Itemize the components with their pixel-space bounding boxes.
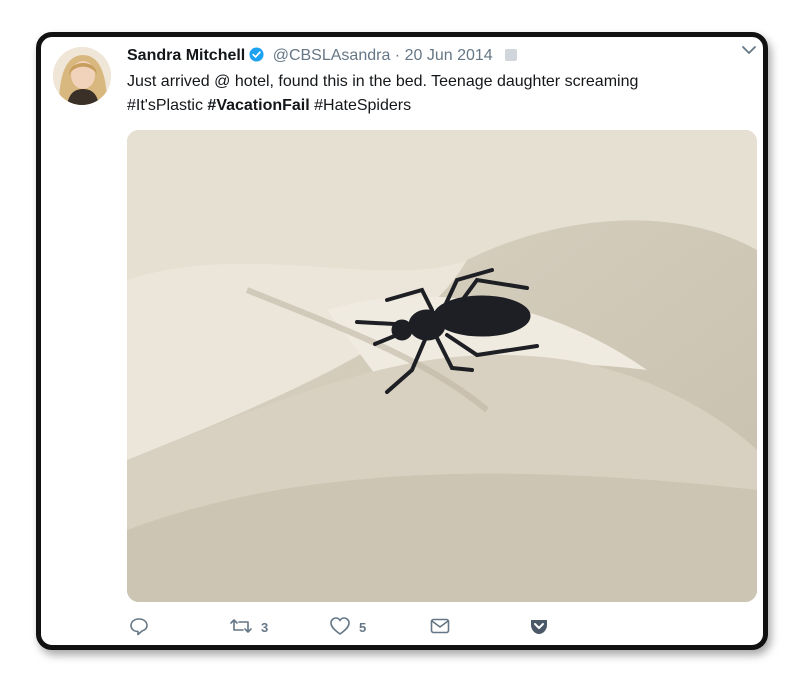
hashtag-hatespiders[interactable]: #HateSpiders	[314, 97, 411, 114]
hashtag-itsplastic[interactable]: #It'sPlastic	[127, 97, 203, 114]
chevron-down-icon[interactable]	[739, 41, 759, 59]
message-icon	[429, 616, 451, 639]
like-button[interactable]: 5	[329, 616, 367, 639]
reply-icon	[129, 616, 149, 639]
tweet-card: Sandra Mitchell @CBSLAsandra · 20 Jun 20…	[36, 32, 768, 650]
pocket-icon	[529, 616, 549, 639]
retweet-button[interactable]: 3	[229, 617, 268, 637]
retweet-icon	[229, 616, 253, 639]
message-button[interactable]	[429, 617, 451, 637]
like-count: 5	[359, 619, 367, 635]
avatar[interactable]	[53, 47, 111, 105]
retweet-count: 3	[261, 619, 269, 635]
hashtag-vacationfail[interactable]: #VacationFail	[207, 97, 309, 114]
author-name[interactable]: Sandra Mitchell	[127, 47, 245, 64]
tweet-hashtags: #It'sPlastic #VacationFail #HateSpiders	[127, 94, 733, 118]
media-icon	[505, 49, 518, 61]
tweet-text-line1: Just arrived @ hotel, found this in the …	[127, 73, 639, 90]
tweet-text: Just arrived @ hotel, found this in the …	[127, 70, 733, 118]
tweet-actions: 3 5	[129, 616, 569, 639]
header-separator: ·	[394, 47, 401, 64]
author-handle[interactable]: @CBSLAsandra	[273, 47, 391, 64]
tweet-date[interactable]: 20 Jun 2014	[405, 47, 493, 64]
tweet-photo[interactable]	[127, 130, 757, 602]
pocket-button[interactable]	[529, 617, 549, 637]
tweet-header: Sandra Mitchell @CBSLAsandra · 20 Jun 20…	[127, 45, 747, 67]
verified-badge-icon	[249, 47, 264, 69]
reply-button[interactable]	[129, 617, 149, 637]
like-icon	[329, 616, 351, 639]
